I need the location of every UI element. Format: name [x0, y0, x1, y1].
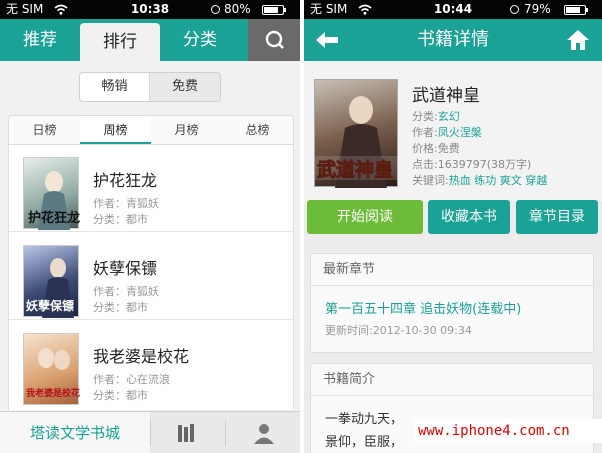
- book-name: 武道神皇: [412, 86, 480, 106]
- book-list: 护花狂龙 护花狂龙 作者：青狐妖 分类：都市 妖孽保镖 妖孽保镖 作者：青狐妖 …: [8, 145, 294, 410]
- tab-weekly[interactable]: 周榜: [80, 116, 151, 144]
- battery-percent: 79%: [524, 2, 551, 16]
- left-screen: 无 SIM 10:38 80% 推荐 排行 分类 畅销 免费 日榜 周榜 月榜 …: [0, 0, 300, 453]
- add-to-shelf-button[interactable]: 收藏本书: [428, 200, 510, 234]
- latest-chapter-link[interactable]: 第一百五十四章 追击妖物(连载中): [325, 298, 521, 317]
- book-category-line: 分类:玄幻: [412, 108, 460, 124]
- book-price: 价格:免费: [412, 142, 460, 155]
- book-author-line: 作者:凤火涅槃: [412, 124, 482, 140]
- latest-chapter-card: 最新章节 第一百五十四章 追击妖物(连载中) 更新时间:2012-10-30 0…: [310, 253, 594, 353]
- bookshelf-icon[interactable]: [176, 422, 198, 444]
- rotation-lock-icon: [211, 5, 220, 14]
- right-screen: 无 SIM 10:44 79% 书籍详情 武道神皇 武道神皇 分类:玄幻 作者:…: [304, 0, 602, 453]
- keywords-label: 关键词:: [412, 174, 449, 187]
- cover-illustration: 我老婆是校花: [26, 348, 80, 399]
- book-detail-section: 武道神皇 武道神皇 分类:玄幻 作者:凤火涅槃 价格:免费 点击:1639797…: [304, 61, 602, 201]
- top-navigation: 推荐 排行 分类: [0, 19, 300, 61]
- tab-divider: [225, 420, 226, 446]
- category-link[interactable]: 玄幻: [438, 110, 460, 123]
- tab-daily[interactable]: 日榜: [9, 116, 80, 144]
- book-cover: 妖孽保镖: [23, 245, 79, 318]
- category-label: 分类:: [412, 110, 438, 123]
- book-author: 作者：心在流浪: [93, 373, 170, 386]
- cover-illustration: 护花狂龙: [28, 171, 80, 230]
- book-title: 我老婆是校花: [93, 347, 190, 366]
- book-keywords-line: 关键词:热血 练功 爽文 穿越: [412, 172, 547, 188]
- book-intro-heading: 书籍简介: [311, 364, 593, 396]
- cover-illustration: 武道神皇: [315, 96, 399, 188]
- battery-icon: [262, 5, 286, 15]
- page-title: 书籍详情: [417, 29, 489, 50]
- segment-bestselling[interactable]: 畅销: [80, 73, 150, 101]
- latest-chapter-heading: 最新章节: [311, 254, 593, 286]
- search-button[interactable]: [248, 19, 300, 61]
- status-bar: 无 SIM 10:44 79%: [304, 0, 602, 19]
- tab-category[interactable]: 分类: [160, 19, 240, 61]
- book-cover: 我老婆是校花: [23, 333, 80, 405]
- clock: 10:44: [433, 2, 473, 16]
- list-item[interactable]: 我老婆是校花 我老婆是校花 作者：心在流浪 分类：都市: [9, 321, 293, 408]
- cover-title-text: 护花狂龙: [28, 210, 80, 226]
- search-icon: [265, 30, 284, 49]
- tab-divider: [150, 420, 151, 446]
- start-reading-button[interactable]: 开始阅读: [307, 200, 423, 234]
- intro-text-line: 一拳动九天，: [325, 412, 404, 427]
- tab-recommend[interactable]: 推荐: [0, 19, 80, 61]
- segment-free[interactable]: 免费: [150, 73, 220, 101]
- battery-percent: 80%: [224, 2, 251, 16]
- author-label: 作者:: [412, 126, 438, 139]
- book-author: 作者：青狐妖: [93, 197, 159, 210]
- cover-illustration: 妖孽保镖: [26, 258, 74, 318]
- book-title: 护花狂龙: [93, 171, 158, 190]
- cover-title-text: 我老婆是校花: [26, 387, 80, 399]
- update-time: 更新时间:2012-10-30 09:34: [325, 324, 472, 337]
- home-icon[interactable]: [566, 29, 590, 51]
- battery-icon: [564, 5, 588, 15]
- ranking-period-tabs: 日榜 周榜 月榜 总榜: [8, 115, 294, 145]
- book-author: 作者：青狐妖: [93, 285, 159, 298]
- header-bar: 书籍详情: [304, 19, 602, 61]
- cover-title-text: 武道神皇: [317, 158, 393, 181]
- author-link[interactable]: 凤火涅槃: [438, 126, 482, 139]
- list-item[interactable]: 护花狂龙 护花狂龙 作者：青狐妖 分类：都市: [9, 145, 293, 232]
- keywords-links[interactable]: 热血 练功 爽文 穿越: [449, 174, 548, 187]
- list-item[interactable]: 妖孽保镖 妖孽保镖 作者：青狐妖 分类：都市: [9, 233, 293, 320]
- battery-level: [264, 7, 278, 13]
- book-category: 分类：都市: [93, 301, 148, 314]
- rotation-lock-icon: [510, 5, 519, 14]
- bottom-tab-bar: 塔读文学书城: [0, 411, 300, 453]
- intro-text-line: 景仰，臣服，: [325, 435, 404, 450]
- book-cover: 武道神皇: [314, 79, 399, 188]
- book-clicks: 点击:1639797(38万字): [412, 158, 532, 171]
- sales-free-toggle: 畅销 免费: [79, 72, 221, 102]
- chapter-list-button[interactable]: 章节目录: [516, 200, 598, 234]
- tab-ranking[interactable]: 排行: [80, 23, 160, 61]
- book-category: 分类：都市: [93, 389, 148, 402]
- cover-title-text: 妖孽保镖: [26, 298, 74, 313]
- status-bar: 无 SIM 10:38 80%: [0, 0, 300, 19]
- battery-level: [566, 7, 580, 13]
- tab-total[interactable]: 总榜: [222, 116, 293, 144]
- book-category: 分类：都市: [93, 213, 148, 226]
- book-title: 妖孽保镖: [93, 259, 158, 278]
- watermark-text: www.iphone4.com.cn: [414, 419, 602, 443]
- book-cover: 护花狂龙: [23, 157, 80, 230]
- tab-monthly[interactable]: 月榜: [151, 116, 222, 144]
- user-icon[interactable]: [252, 421, 276, 445]
- clock: 10:38: [130, 2, 170, 16]
- tab-bookstore[interactable]: 塔读文学书城: [0, 412, 150, 453]
